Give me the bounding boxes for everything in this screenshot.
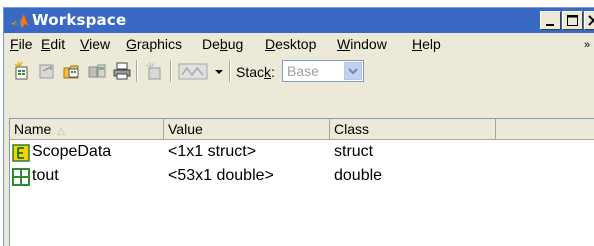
table-row[interactable]: tout <53x1 double> double [10, 165, 594, 189]
struct-icon [12, 144, 30, 162]
plot-selection-icon[interactable] [178, 61, 210, 81]
sort-ascending-icon: △ [57, 126, 66, 137]
save-icon[interactable] [87, 61, 107, 81]
maximize-button[interactable] [562, 11, 583, 30]
workspace-window: Workspace File Edit View Graphics Debug … [3, 7, 594, 246]
column-header-empty [496, 119, 594, 140]
print-icon[interactable] [112, 61, 132, 81]
variable-class: struct [334, 143, 374, 160]
variable-name: tout [32, 167, 59, 184]
table-row[interactable]: ScopeData <1x1 struct> struct [10, 141, 594, 165]
menu-bar: File Edit View Graphics Debug Desktop Wi… [4, 33, 594, 56]
menu-file[interactable]: File [10, 36, 33, 52]
variable-class: double [334, 167, 383, 184]
menu-edit[interactable]: Edit [41, 36, 65, 52]
toolbar-separator [136, 60, 138, 82]
minimize-icon [546, 24, 554, 26]
stack-dropdown-button[interactable] [344, 62, 362, 80]
stack-value: Base [287, 63, 319, 79]
menu-graphics[interactable]: Graphics [126, 36, 182, 52]
menu-desktop[interactable]: Desktop [265, 36, 316, 52]
open-selection-icon[interactable] [37, 61, 57, 81]
menu-view[interactable]: View [80, 36, 110, 52]
close-icon [588, 15, 594, 26]
toolbar-separator [170, 60, 172, 82]
table-header: Name △ Value Class [10, 119, 594, 140]
matlab-logo-icon [11, 14, 29, 28]
close-button[interactable] [584, 11, 594, 30]
menu-window[interactable]: Window [337, 36, 387, 52]
column-header-value[interactable]: Value [164, 119, 330, 140]
title-bar[interactable]: Workspace [4, 8, 594, 33]
menu-overflow-icon[interactable]: » [584, 39, 590, 51]
plot-dropdown-arrow-icon[interactable] [213, 61, 225, 81]
matrix-icon [12, 168, 30, 186]
column-header-name[interactable]: Name △ [10, 119, 164, 140]
variable-value: <53x1 double> [168, 167, 274, 184]
chevron-down-icon [348, 68, 358, 75]
column-header-class[interactable]: Class [330, 119, 496, 140]
menu-debug[interactable]: Debug [202, 36, 243, 52]
stack-select[interactable]: Base [282, 60, 364, 82]
import-data-icon[interactable] [62, 61, 82, 81]
variable-name: ScopeData [32, 143, 112, 160]
window-title: Workspace [32, 11, 127, 29]
toolbar: Stack: Base [4, 56, 594, 86]
menu-help[interactable]: Help [412, 36, 441, 52]
new-variable-icon[interactable] [12, 61, 32, 81]
delete-icon[interactable] [144, 61, 164, 81]
stack-label: Stack: [236, 64, 275, 80]
workspace-table[interactable]: Name △ Value Class ScopeData <1x1 struct>… [9, 118, 594, 246]
toolbar-spacer [4, 86, 594, 118]
variable-value: <1x1 struct> [168, 143, 257, 160]
maximize-icon [567, 15, 578, 26]
toolbar-separator [229, 60, 231, 82]
minimize-button[interactable] [540, 11, 561, 30]
